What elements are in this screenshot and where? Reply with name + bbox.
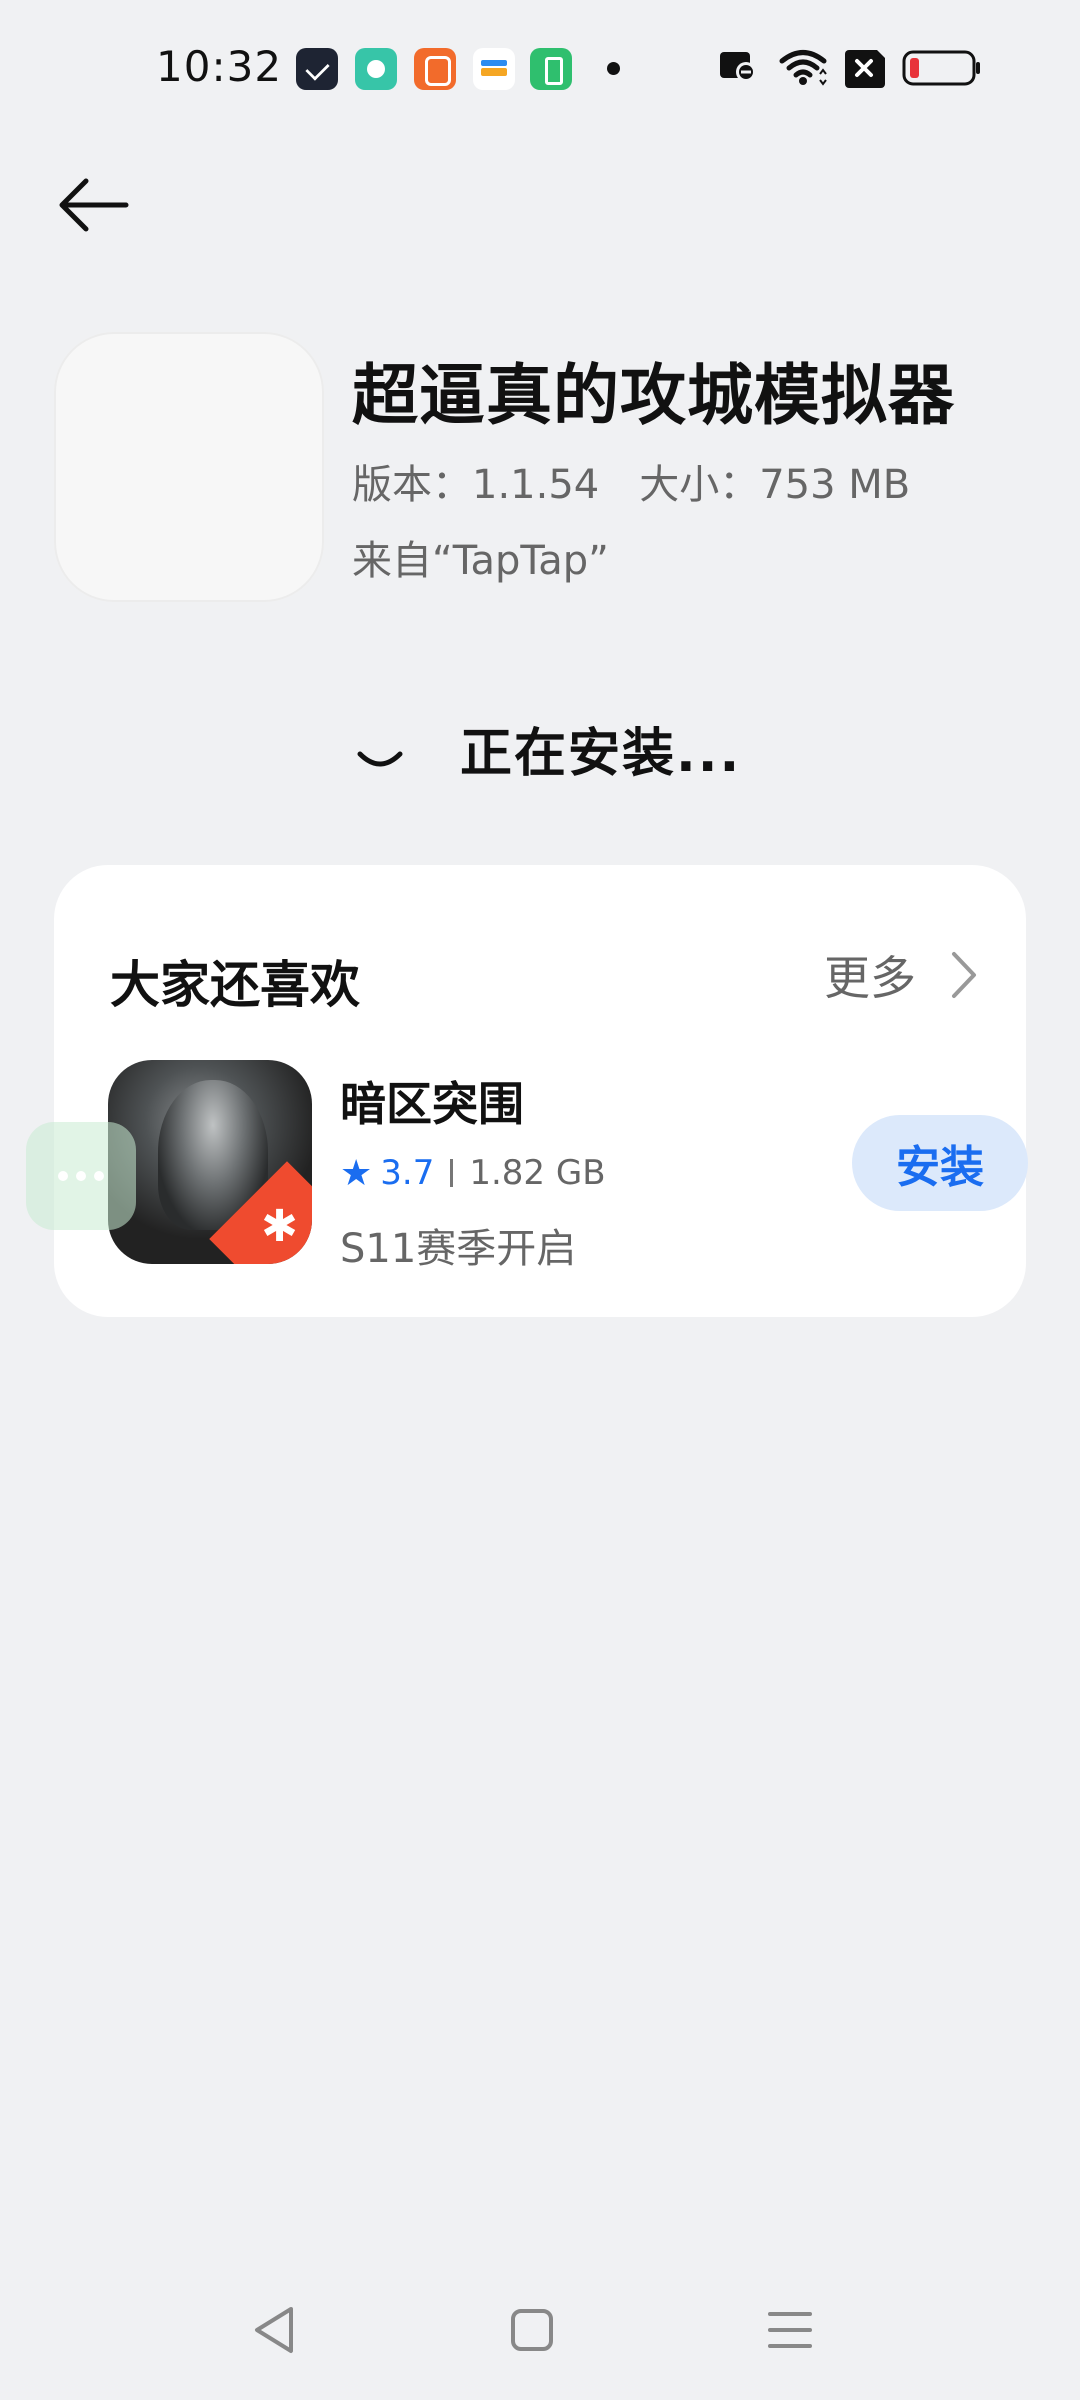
recommendations-title: 大家还喜欢 <box>110 956 360 1014</box>
loading-spinner-icon <box>357 751 403 767</box>
app-icon <box>54 332 324 602</box>
recommendations-card: 大家还喜欢 更多 ✱ 暗区突围 ★ 3.7 1.82 GB S11赛季开启 安装 <box>54 865 1028 1317</box>
game-size: 1.82 GB <box>469 1153 606 1193</box>
more-label: 更多 <box>824 951 916 1005</box>
app-size: 大小：753 MB <box>639 462 911 508</box>
screen: 10:32 超逼真的攻城模拟器 版本：1.1.54 大小：753 MB 来自“T… <box>0 0 1080 2400</box>
menu-lines-icon <box>768 2312 812 2348</box>
nfc-icon <box>720 52 756 82</box>
navigation-bar <box>0 2260 1080 2400</box>
wifi-icon <box>779 50 827 86</box>
list-item[interactable]: ✱ 暗区突围 ★ 3.7 1.82 GB S11赛季开启 安装 <box>108 1060 1028 1272</box>
status-time: 10:32 <box>156 42 283 91</box>
chevron-right-icon <box>952 952 976 998</box>
install-status-text: 正在安装... <box>460 723 742 784</box>
more-notifications-dot <box>607 62 620 75</box>
nav-home-button[interactable] <box>492 2290 572 2370</box>
home-square-icon <box>511 2309 553 2351</box>
back-triangle-icon <box>255 2307 293 2353</box>
nav-menu-button[interactable] <box>750 2290 830 2370</box>
wallet-app-icon <box>473 48 515 90</box>
app-version: 版本：1.1.54 <box>352 462 600 508</box>
mail-app-icon <box>296 48 338 90</box>
arrow-left-icon <box>59 178 129 232</box>
game-stats: ★ 3.7 1.82 GB <box>340 1148 606 1198</box>
chat-app-icon <box>355 48 397 90</box>
battery-low-icon <box>902 50 980 86</box>
no-sim-icon <box>845 50 885 88</box>
game-rating: 3.7 <box>380 1153 435 1193</box>
install-button[interactable]: 安装 <box>852 1115 1028 1211</box>
stat-divider <box>450 1159 454 1187</box>
video-app-icon <box>414 48 456 90</box>
more-link[interactable]: 更多 <box>824 945 978 1005</box>
floating-bubble[interactable] <box>26 1122 136 1230</box>
install-status: 正在安装... <box>350 708 741 788</box>
star-icon: ★ <box>340 1152 373 1194</box>
nav-back-button[interactable] <box>234 2290 314 2370</box>
app-source: 来自“TapTap” <box>352 538 609 584</box>
app-meta: 版本：1.1.54 大小：753 MB <box>352 452 910 510</box>
game-description: S11赛季开启 <box>340 1226 577 1272</box>
badge-star-icon: ✱ <box>261 1201 298 1252</box>
bubble-dot <box>76 1171 86 1181</box>
app-title: 超逼真的攻城模拟器 <box>352 357 955 434</box>
bubble-dot <box>58 1171 68 1181</box>
bubble-dot <box>94 1171 104 1181</box>
battery-app-icon <box>530 48 572 90</box>
game-thumbnail: ✱ <box>108 1060 312 1264</box>
status-bar: 10:32 <box>0 0 1080 130</box>
game-name: 暗区突围 <box>340 1077 524 1131</box>
back-button[interactable] <box>48 160 138 250</box>
